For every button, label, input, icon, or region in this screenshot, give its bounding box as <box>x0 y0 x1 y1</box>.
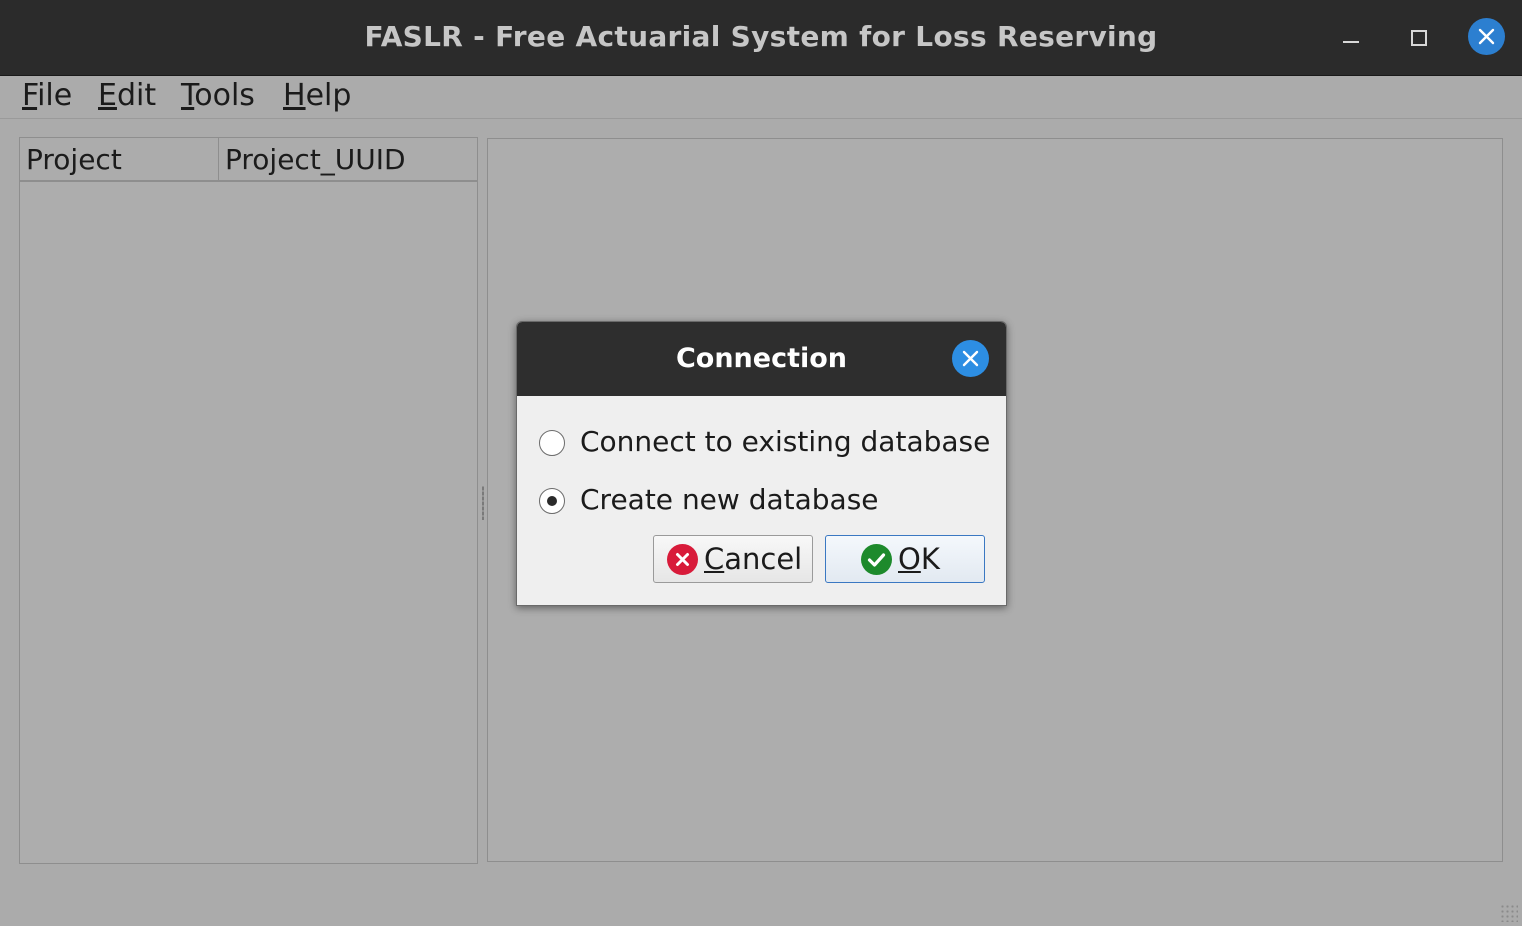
check-circle-icon <box>861 544 892 575</box>
option-connect-existing-label: Connect to existing database <box>580 425 991 458</box>
ok-label: OK <box>898 542 940 576</box>
menu-edit-mnemonic: E <box>98 78 117 113</box>
menu-edit[interactable]: Edit <box>98 78 156 113</box>
menu-help[interactable]: Help <box>283 78 351 113</box>
menu-file-label: ile <box>37 78 73 113</box>
splitter-handle[interactable] <box>482 486 484 520</box>
cancel-label-rest: ancel <box>724 542 803 576</box>
menu-tools-mnemonic: T <box>181 78 195 113</box>
menu-tools[interactable]: Tools <box>181 78 255 113</box>
maximize-button[interactable] <box>1400 18 1438 56</box>
ok-button[interactable]: OK <box>825 535 985 583</box>
project-table[interactable]: Project Project_UUID <box>19 137 478 864</box>
menu-bar: File Edit Tools Help <box>0 76 1522 119</box>
connection-dialog: Connection Connect to existing database … <box>516 321 1007 606</box>
menu-help-label: elp <box>305 78 352 113</box>
dialog-title: Connection <box>675 343 848 374</box>
cancel-mnemonic: C <box>704 542 725 576</box>
ok-label-rest: K <box>920 542 940 576</box>
close-icon <box>962 350 979 367</box>
column-header-project-uuid[interactable]: Project_UUID <box>219 138 477 180</box>
window-titlebar: FASLR - Free Actuarial System for Loss R… <box>0 0 1522 76</box>
cancel-label: Cancel <box>704 542 802 576</box>
option-create-new-label: Create new database <box>580 483 879 516</box>
window-close-button[interactable] <box>1468 18 1505 55</box>
minimize-button[interactable] <box>1333 18 1371 56</box>
menu-edit-label: dit <box>116 78 157 113</box>
dialog-close-button[interactable] <box>952 340 989 377</box>
menu-help-mnemonic: H <box>283 78 306 113</box>
x-circle-icon <box>667 544 698 575</box>
radio-create-new[interactable] <box>539 488 565 514</box>
ok-mnemonic: O <box>898 542 921 576</box>
radio-connect-existing[interactable] <box>539 430 565 456</box>
close-icon <box>1478 28 1495 45</box>
dialog-titlebar: Connection <box>517 322 1006 396</box>
column-header-project[interactable]: Project <box>20 138 219 180</box>
menu-tools-label: ools <box>194 78 255 113</box>
cancel-button[interactable]: Cancel <box>653 535 813 583</box>
menu-file[interactable]: File <box>22 78 72 113</box>
table-header: Project Project_UUID <box>20 138 477 182</box>
menu-file-mnemonic: F <box>22 78 38 113</box>
window-title: FASLR - Free Actuarial System for Loss R… <box>364 20 1158 53</box>
resize-grip[interactable] <box>1500 904 1518 922</box>
